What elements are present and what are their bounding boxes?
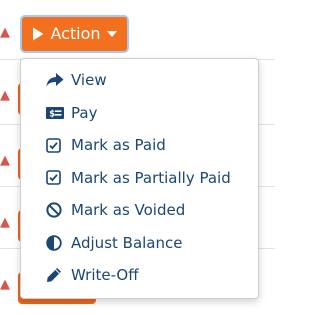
menu-item-label: View [71, 71, 107, 90]
menu-item-adjust-balance[interactable]: Adjust Balance [21, 227, 258, 260]
adjust-icon [46, 234, 67, 252]
menu-item-label: Mark as Partially Paid [71, 168, 231, 187]
play-icon [32, 27, 44, 41]
menu-item-label: Pay [71, 103, 98, 122]
caret-down-icon [106, 31, 117, 37]
menu-item-mark-as-voided[interactable]: Mark as Voided [21, 194, 258, 227]
menu-item-view[interactable]: View [21, 64, 258, 97]
ban-icon [46, 201, 67, 219]
table-background: ▲ ▲ ▲ ▲ ▲ Action View $ Pay Mark as Paid… [0, 0, 275, 315]
caret-up-icon: ▲ [0, 25, 10, 40]
menu-item-write-off[interactable]: Write-Off [21, 259, 258, 292]
caret-up-icon: ▲ [0, 153, 10, 168]
action-button-label: Action [50, 24, 101, 43]
menu-item-mark-as-partially-paid[interactable]: Mark as Partially Paid [21, 162, 258, 195]
action-dropdown-menu: View $ Pay Mark as Paid Mark as Partiall… [20, 58, 259, 299]
menu-item-label: Write-Off [71, 266, 139, 285]
caret-up-icon: ▲ [0, 215, 10, 230]
menu-item-label: Mark as Voided [71, 201, 186, 220]
menu-item-mark-as-paid[interactable]: Mark as Paid [21, 129, 258, 162]
action-dropdown-button[interactable]: Action [20, 15, 129, 53]
menu-item-label: Mark as Paid [71, 136, 166, 155]
money-bill-icon: $ [46, 104, 67, 122]
check-square-icon [46, 136, 67, 154]
check-square-icon [46, 169, 67, 187]
menu-item-label: Adjust Balance [71, 233, 183, 252]
menu-item-pay[interactable]: $ Pay [21, 97, 258, 130]
arrow-right-icon [46, 71, 67, 89]
caret-up-icon: ▲ [0, 277, 10, 292]
svg-text:$: $ [49, 109, 55, 119]
pencil-icon [46, 266, 67, 284]
caret-up-icon: ▲ [0, 88, 10, 103]
